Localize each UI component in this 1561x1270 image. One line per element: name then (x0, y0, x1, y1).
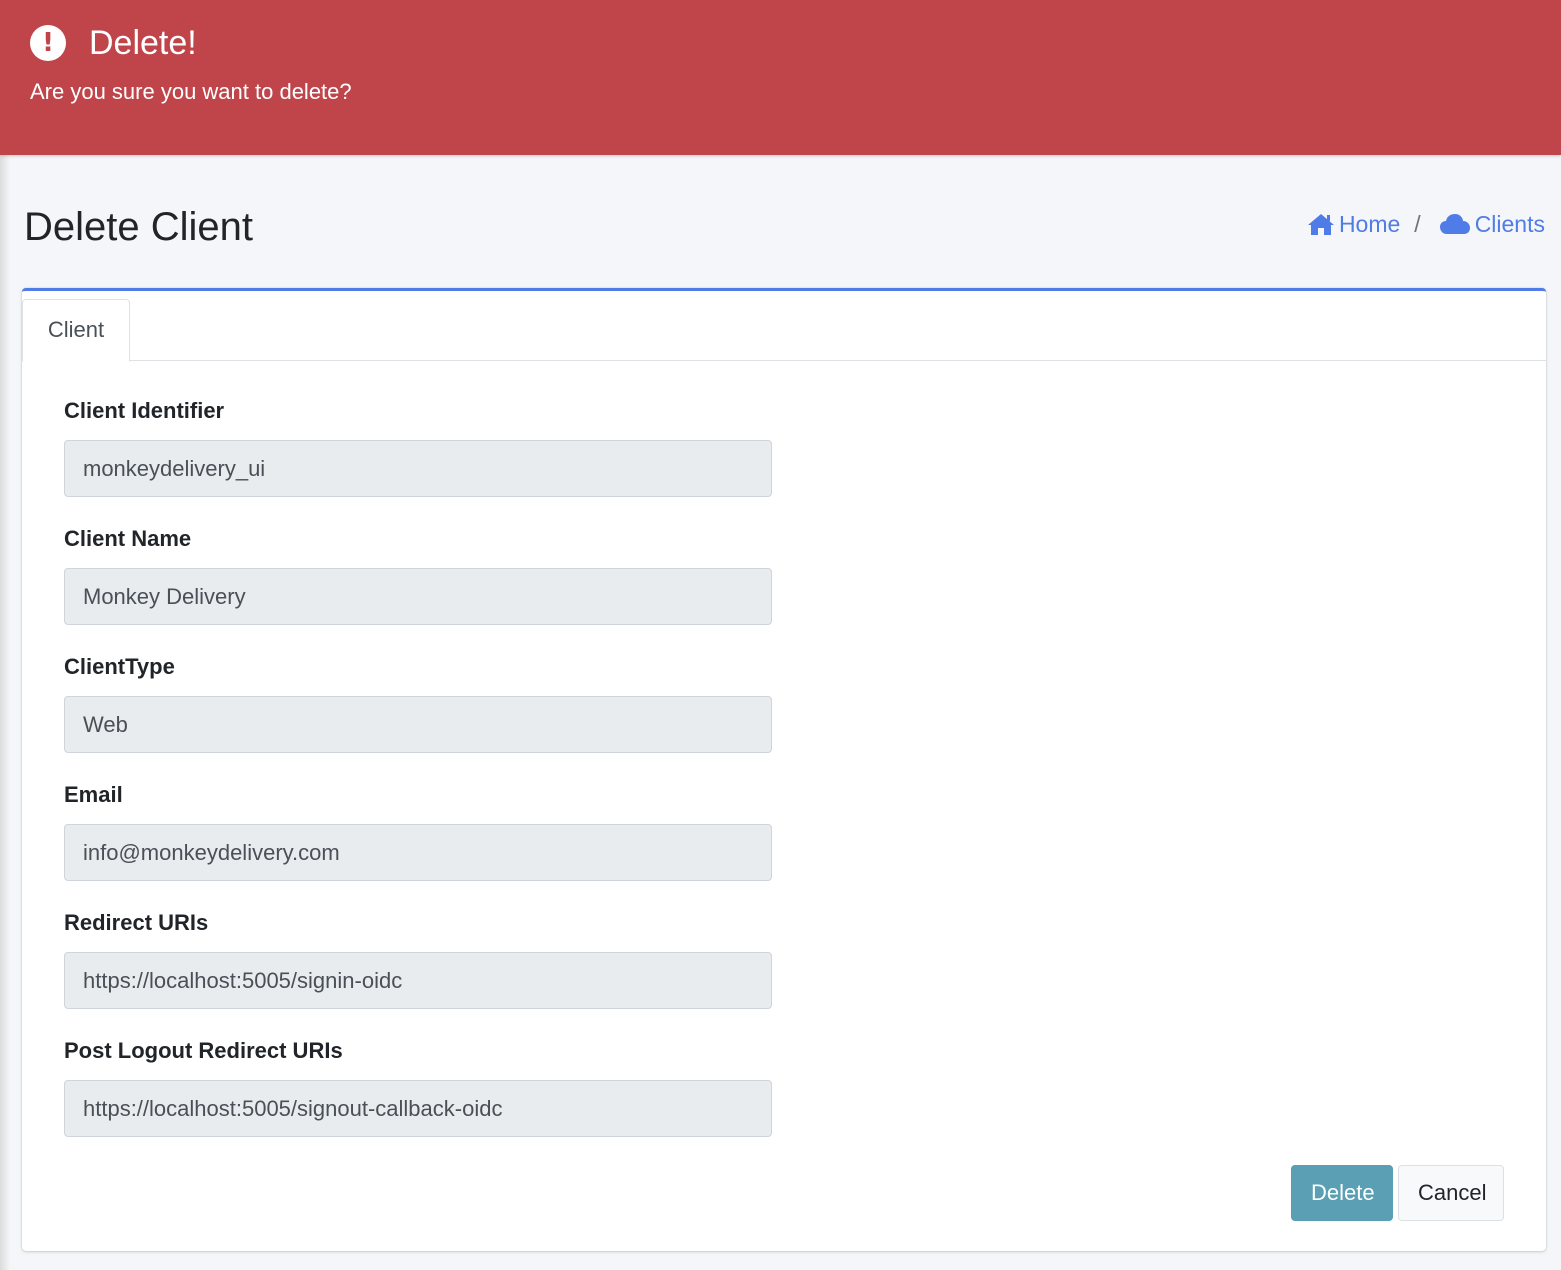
client-identifier-label: Client Identifier (64, 398, 225, 423)
page-edge-shadow (0, 0, 10, 1270)
client-name-input[interactable] (64, 568, 772, 625)
form-actions: Delete Cancel (1291, 1165, 1504, 1221)
breadcrumb-clients-label: Clients (1474, 211, 1545, 237)
client-identifier-input[interactable] (64, 440, 772, 497)
breadcrumb-separator: / (1414, 211, 1421, 237)
home-icon (1307, 214, 1334, 235)
exclamation-circle-icon: ! (30, 25, 66, 61)
client-type-field: ClientType (64, 645, 772, 753)
breadcrumb-home-link[interactable]: Home (1307, 206, 1400, 242)
client-identifier-field: Client Identifier (64, 389, 772, 497)
alert-header: ! Delete! (30, 24, 1531, 62)
redirect-uris-input[interactable] (64, 952, 772, 1009)
email-input[interactable] (64, 824, 772, 881)
tab-client[interactable]: Client (22, 299, 130, 362)
post-logout-redirect-uris-input[interactable] (64, 1080, 772, 1137)
page-title: Delete Client (24, 205, 254, 249)
client-type-label: ClientType (64, 654, 175, 679)
breadcrumb: Home / Clients (1307, 206, 1545, 242)
delete-button[interactable]: Delete (1291, 1165, 1393, 1221)
email-field: Email (64, 773, 772, 881)
client-card: Client Client Identifier Client Name Cli… (22, 288, 1546, 1251)
client-name-label: Client Name (64, 526, 192, 551)
redirect-uris-field: Redirect URIs (64, 901, 772, 1009)
alert-message: Are you sure you want to delete? (30, 79, 352, 104)
post-logout-redirect-uris-label: Post Logout Redirect URIs (64, 1038, 343, 1063)
cancel-button[interactable]: Cancel (1398, 1165, 1504, 1221)
post-logout-redirect-uris-field: Post Logout Redirect URIs (64, 1029, 772, 1137)
redirect-uris-label: Redirect URIs (64, 910, 209, 935)
client-name-field: Client Name (64, 517, 772, 625)
cloud-icon (1439, 214, 1470, 234)
tab-bar: Client (22, 291, 1546, 362)
email-label: Email (64, 782, 123, 807)
client-form: Client Identifier Client Name ClientType… (64, 389, 772, 1157)
alert-title: Delete! (89, 24, 197, 62)
client-type-input[interactable] (64, 696, 772, 753)
breadcrumb-clients-link[interactable]: Clients (1439, 206, 1545, 242)
breadcrumb-home-label: Home (1338, 211, 1401, 237)
delete-alert: ! Delete! Are you sure you want to delet… (0, 0, 1561, 155)
